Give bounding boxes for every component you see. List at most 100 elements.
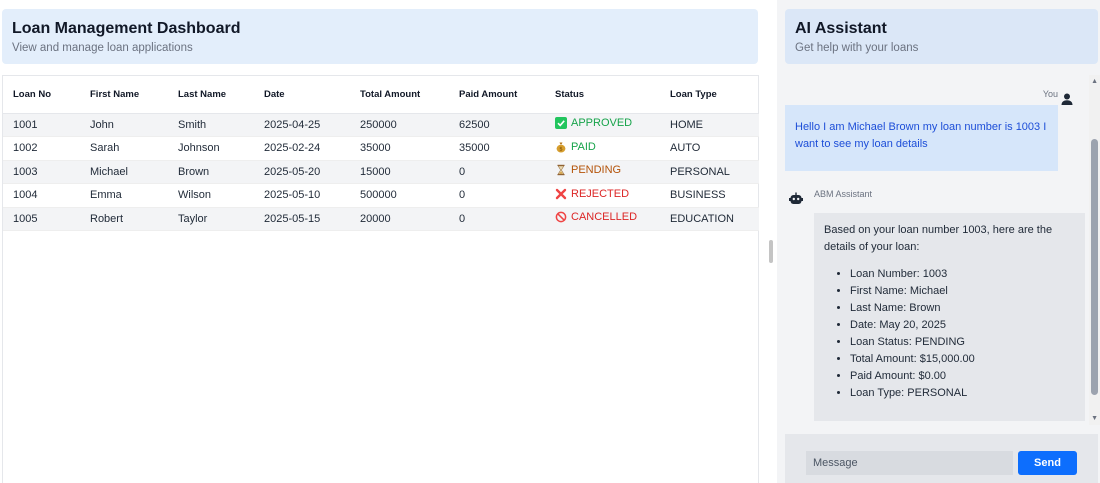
status-text: APPROVED — [571, 117, 633, 130]
status-text: REJECTED — [571, 187, 630, 200]
cell-first-name: Sarah — [80, 136, 168, 161]
cell-last-name: Wilson — [168, 183, 254, 208]
status-text: PENDING — [571, 164, 622, 177]
panel-resize-handle[interactable] — [769, 240, 773, 263]
cell-date: 2025-05-10 — [254, 183, 350, 208]
cell-loan-type: HOME — [660, 113, 759, 137]
chat-scrollbar[interactable]: ▲ ▼ — [1089, 75, 1100, 425]
status-badge: PENDING — [555, 164, 621, 176]
cell-loan-type: PERSONAL — [660, 160, 759, 184]
chat-messages[interactable]: You Hello I am Michael Brown my loan num… — [777, 75, 1100, 425]
send-button[interactable]: Send — [1018, 451, 1077, 475]
cell-total-amount: 20000 — [350, 207, 449, 231]
cell-loan-no: 1001 — [3, 113, 80, 137]
assistant-subtitle: Get help with your loans — [795, 42, 919, 54]
cell-date: 2025-05-15 — [254, 207, 350, 231]
assistant-message-intro: Based on your loan number 1003, here are… — [824, 224, 1053, 253]
cell-last-name: Brown — [168, 160, 254, 184]
list-item: Total Amount: $15,000.00 — [850, 351, 1075, 368]
column-header-first-name[interactable]: First Name — [80, 76, 168, 114]
loan-table: Loan No First Name Last Name Date Total … — [3, 76, 759, 231]
cell-paid-amount: 0 — [449, 207, 545, 231]
table-row[interactable]: 1001 John Smith 2025-04-25 250000 62500 … — [3, 113, 759, 137]
cell-paid-amount: 62500 — [449, 113, 545, 137]
check-icon — [555, 117, 567, 130]
column-header-status[interactable]: Status — [545, 76, 660, 114]
cell-status: APPROVED — [545, 113, 660, 137]
loan-table-container: Loan No First Name Last Name Date Total … — [2, 75, 759, 483]
money-bag-icon: $ — [555, 141, 567, 153]
message-composer: Send — [785, 434, 1098, 483]
cell-date: 2025-05-20 — [254, 160, 350, 184]
assistant-title: AI Assistant — [795, 20, 887, 37]
status-text: PAID — [571, 140, 596, 153]
status-badge: CANCELLED — [555, 211, 637, 223]
list-item: Last Name: Brown — [850, 300, 1075, 317]
assistant-message: Based on your loan number 1003, here are… — [814, 213, 1085, 421]
cell-total-amount: 250000 — [350, 113, 449, 137]
cell-status: REJECTED — [545, 183, 660, 208]
cell-date: 2025-02-24 — [254, 136, 350, 161]
cell-date: 2025-04-25 — [254, 113, 350, 137]
cell-status: $ PAID — [545, 136, 660, 161]
page-subtitle: View and manage loan applications — [12, 42, 193, 54]
column-header-last-name[interactable]: Last Name — [168, 76, 254, 114]
cell-first-name: Michael — [80, 160, 168, 184]
prohibited-icon — [555, 211, 567, 223]
status-badge: APPROVED — [555, 117, 633, 130]
list-item: First Name: Michael — [850, 283, 1075, 300]
cell-last-name: Taylor — [168, 207, 254, 231]
status-badge: REJECTED — [555, 188, 629, 200]
list-item: Date: May 20, 2025 — [850, 317, 1075, 334]
cell-last-name: Johnson — [168, 136, 254, 161]
column-header-loan-type[interactable]: Loan Type — [660, 76, 759, 114]
column-header-paid-amount[interactable]: Paid Amount — [449, 76, 545, 114]
cell-first-name: Robert — [80, 207, 168, 231]
cell-paid-amount: 0 — [449, 160, 545, 184]
cell-loan-type: BUSINESS — [660, 183, 759, 208]
scroll-up-icon[interactable]: ▲ — [1091, 78, 1098, 85]
cell-loan-no: 1003 — [3, 160, 80, 184]
user-label: You — [1042, 89, 1058, 99]
page-title: Loan Management Dashboard — [12, 20, 241, 37]
dashboard-panel: Loan Management Dashboard View and manag… — [0, 0, 768, 483]
svg-text:$: $ — [559, 146, 563, 152]
assistant-header: AI Assistant Get help with your loans — [785, 9, 1098, 64]
status-badge: $ PAID — [555, 141, 596, 153]
cell-loan-no: 1002 — [3, 136, 80, 161]
column-header-loan-no[interactable]: Loan No — [3, 76, 80, 114]
dashboard-header: Loan Management Dashboard View and manag… — [2, 9, 758, 64]
cell-total-amount: 500000 — [350, 183, 449, 208]
column-header-date[interactable]: Date — [254, 76, 350, 114]
table-row[interactable]: 1004 Emma Wilson 2025-05-10 500000 0 REJ… — [3, 183, 759, 208]
cell-total-amount: 15000 — [350, 160, 449, 184]
table-row[interactable]: 1003 Michael Brown 2025-05-20 15000 0 PE… — [3, 160, 759, 184]
cell-loan-type: AUTO — [660, 136, 759, 161]
status-text: CANCELLED — [571, 211, 638, 224]
robot-icon — [789, 192, 803, 206]
cell-status: CANCELLED — [545, 207, 660, 231]
cross-icon — [555, 188, 567, 200]
list-item: Paid Amount: $0.00 — [850, 368, 1075, 385]
scroll-down-icon[interactable]: ▼ — [1091, 415, 1098, 422]
cell-loan-no: 1004 — [3, 183, 80, 208]
assistant-panel: AI Assistant Get help with your loans Yo… — [777, 0, 1100, 483]
cell-total-amount: 35000 — [350, 136, 449, 161]
loan-details-list: Loan Number: 1003 First Name: Michael La… — [824, 266, 1075, 402]
column-header-total-amount[interactable]: Total Amount — [350, 76, 449, 114]
list-item: Loan Number: 1003 — [850, 266, 1075, 283]
user-avatar-icon — [1060, 92, 1074, 106]
cell-first-name: John — [80, 113, 168, 137]
message-input[interactable] — [806, 451, 1013, 475]
table-row[interactable]: 1002 Sarah Johnson 2025-02-24 35000 3500… — [3, 136, 759, 161]
cell-first-name: Emma — [80, 183, 168, 208]
scrollbar-thumb[interactable] — [1091, 139, 1098, 395]
cell-loan-type: EDUCATION — [660, 207, 759, 231]
table-header-row: Loan No First Name Last Name Date Total … — [3, 76, 759, 114]
user-message: Hello I am Michael Brown my loan number … — [785, 105, 1058, 171]
cell-paid-amount: 0 — [449, 183, 545, 208]
hourglass-icon — [555, 164, 567, 176]
table-row[interactable]: 1005 Robert Taylor 2025-05-15 20000 0 CA… — [3, 207, 759, 231]
cell-loan-no: 1005 — [3, 207, 80, 231]
list-item: Loan Status: PENDING — [850, 334, 1075, 351]
